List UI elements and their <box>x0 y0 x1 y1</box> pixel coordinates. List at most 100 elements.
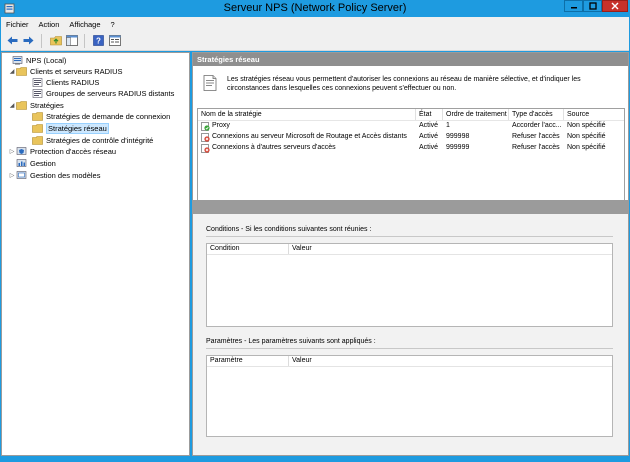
folder-icon <box>32 124 43 133</box>
policy-source: Non spécifié <box>567 144 606 151</box>
properties-button[interactable] <box>107 33 122 48</box>
header-divider <box>207 254 612 255</box>
section-divider <box>206 348 613 349</box>
toolbar-separator <box>84 33 85 48</box>
tree-item-templates[interactable]: ▷ Gestion des modèles <box>8 170 101 181</box>
info-text: Les stratégies réseau vous permettent d'… <box>227 76 622 93</box>
server-group-icon <box>32 89 43 98</box>
tree-item-health-policies[interactable]: Stratégies de contrôle d'intégrité <box>24 135 153 146</box>
maximize-button[interactable] <box>583 0 602 12</box>
tree-label: Groupes de serveurs RADIUS distants <box>46 89 175 98</box>
folder-icon <box>32 112 43 121</box>
tree-item-radius-clients[interactable]: Clients RADIUS <box>24 77 99 88</box>
tree-label: Clients et serveurs RADIUS <box>30 67 123 76</box>
help-icon: ? <box>93 35 104 46</box>
menu-bar: Fichier Action Affichage ? <box>1 17 629 31</box>
tree-label: NPS (Local) <box>26 56 67 65</box>
column-header-condition[interactable]: Condition <box>207 244 289 254</box>
policy-deny-icon <box>201 133 210 142</box>
tree-label: Stratégies de contrôle d'intégrité <box>46 136 154 145</box>
tree-label: Gestion des modèles <box>30 171 101 180</box>
column-header-value[interactable]: Valeur <box>289 356 612 366</box>
policy-row[interactable]: Connexions à d'autres serveurs d'accès A… <box>198 143 624 154</box>
policy-access-type: Refuser l'accès <box>512 144 560 151</box>
settings-list[interactable]: Paramètre Valeur <box>206 355 613 437</box>
tree-label: Clients RADIUS <box>46 78 100 87</box>
conditions-title: Conditions - Si les conditions suivantes… <box>206 226 372 233</box>
info-line: circonstances dans lesquelles ces connex… <box>227 84 457 92</box>
back-button[interactable] <box>5 33 20 48</box>
tree-label: Protection d'accès réseau <box>30 147 117 156</box>
client-list-icon <box>32 78 43 87</box>
column-header-order[interactable]: Ordre de traitement <box>443 109 509 120</box>
expand-arrow-icon[interactable]: ▷ <box>8 148 16 155</box>
collapse-arrow-icon[interactable]: ◢ <box>8 102 16 109</box>
settings-title: Paramètres - Les paramètres suivants son… <box>206 338 376 345</box>
policy-row[interactable]: Proxy Activé 1 Accorder l'acc... Non spé… <box>198 121 624 132</box>
header-divider <box>207 366 612 367</box>
tree-item-network-policies[interactable]: Stratégies réseau <box>24 123 109 134</box>
menu-view[interactable]: Affichage <box>69 20 100 29</box>
tree-item-radius-clients-servers[interactable]: ◢ Clients et serveurs RADIUS <box>8 66 123 77</box>
minimize-button[interactable] <box>564 0 583 12</box>
tree-label: Gestion <box>30 159 56 168</box>
policy-order: 999998 <box>446 133 470 140</box>
accounting-icon <box>16 159 27 167</box>
tree-item-remote-radius-groups[interactable]: Groupes de serveurs RADIUS distants <box>24 88 174 99</box>
close-button[interactable] <box>602 0 628 12</box>
column-header-value[interactable]: Valeur <box>289 244 612 254</box>
column-header-state[interactable]: État <box>416 109 443 120</box>
minimize-icon <box>570 7 577 9</box>
policy-row[interactable]: Connexions au serveur Microsoft de Routa… <box>198 132 624 143</box>
tree-item-nap[interactable]: ▷ Protection d'accès réseau <box>8 146 116 157</box>
tree-item-connection-request-policies[interactable]: Stratégies de demande de connexion <box>24 111 170 122</box>
show-hide-tree-button[interactable] <box>64 33 79 48</box>
tree-item-nps-local[interactable]: NPS (Local) <box>4 55 66 66</box>
forward-arrow-icon <box>23 36 34 45</box>
menu-action[interactable]: Action <box>39 20 60 29</box>
up-level-button[interactable] <box>48 33 63 48</box>
tree-item-policies[interactable]: ◢ Stratégies <box>8 100 64 111</box>
help-button[interactable]: ? <box>91 33 106 48</box>
back-arrow-icon <box>7 36 18 45</box>
tree-item-accounting[interactable]: Gestion <box>8 158 56 169</box>
folder-icon <box>16 101 27 110</box>
splitter-bar[interactable] <box>193 200 628 214</box>
svg-text:?: ? <box>96 37 101 46</box>
conditions-list[interactable]: Condition Valeur <box>206 243 613 327</box>
column-header-setting[interactable]: Paramètre <box>207 356 289 366</box>
pane-header: Stratégies réseau <box>193 53 628 66</box>
column-header-source[interactable]: Source <box>564 109 624 120</box>
toolbar-separator <box>41 33 42 48</box>
show-hide-tree-icon <box>65 35 78 46</box>
policy-source: Non spécifié <box>567 122 606 129</box>
policy-order: 1 <box>446 122 450 129</box>
column-header-access-type[interactable]: Type d'accès <box>509 109 564 120</box>
policy-document-icon <box>203 75 217 91</box>
policy-details-area: Conditions - Si les conditions suivantes… <box>193 214 628 455</box>
policy-allow-icon <box>201 122 210 131</box>
menu-file[interactable]: Fichier <box>6 20 29 29</box>
section-divider <box>206 236 613 237</box>
maximize-icon <box>588 2 597 10</box>
app-window: Serveur NPS (Network Policy Server) Fich… <box>0 0 630 462</box>
server-icon <box>12 56 23 65</box>
policy-order: 999999 <box>446 144 470 151</box>
collapse-arrow-icon[interactable]: ◢ <box>8 68 16 75</box>
templates-icon <box>16 171 27 179</box>
policy-access-type: Refuser l'accès <box>512 133 560 140</box>
console-tree: NPS (Local) ◢ Clients et serveurs RADIUS… <box>1 52 190 456</box>
column-header-policy-name[interactable]: Nom de la stratégie <box>198 109 416 120</box>
policy-source: Non spécifié <box>567 133 606 140</box>
expand-arrow-icon[interactable]: ▷ <box>8 172 16 179</box>
window-title: Serveur NPS (Network Policy Server) <box>223 2 407 14</box>
title-bar: Serveur NPS (Network Policy Server) <box>0 0 630 17</box>
info-banner: Les stratégies réseau vous permettent d'… <box>193 66 628 102</box>
details-pane: Stratégies réseau Les stratégies réseau … <box>192 52 629 456</box>
policy-access-type: Accorder l'acc... <box>512 122 562 129</box>
menu-help[interactable]: ? <box>111 20 115 29</box>
nap-shield-icon <box>16 147 27 155</box>
tree-label: Stratégies réseau <box>46 123 109 134</box>
forward-button[interactable] <box>21 33 36 48</box>
toolbar: ? <box>1 31 629 51</box>
